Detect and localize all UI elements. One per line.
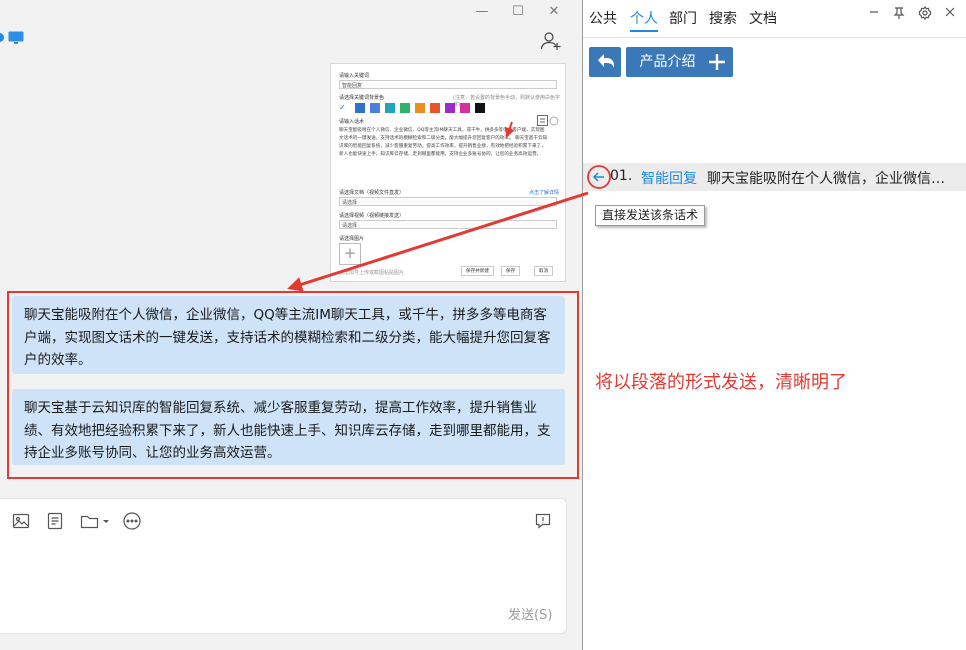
message-bubble[interactable]: 聊天宝能吸附在个人微信，企业微信，QQ等主流IM聊天工具，或千牛，拼多多等电商客… (12, 296, 565, 374)
back-button[interactable] (589, 47, 621, 77)
save-mini-button: 保存 (501, 266, 521, 276)
monitor-icon (8, 30, 24, 49)
add-category-button[interactable] (701, 47, 733, 77)
panel-tools (868, 6, 956, 23)
file-select: 请选择 (339, 197, 557, 206)
tab-personal[interactable]: 个人 (630, 8, 658, 28)
file-label: 请选择文档（视频文件直发） (339, 190, 405, 196)
pin-icon[interactable] (892, 6, 906, 23)
color-swatch (415, 103, 425, 113)
tooltip: 直接发送该条话术 (595, 205, 706, 226)
tabs-divider (583, 37, 966, 38)
check-icon: ✓ (339, 103, 346, 112)
paragraph-icon (537, 115, 559, 126)
image-hint: 点击加号上传或截图粘贴图片 (339, 270, 405, 276)
category-button[interactable]: 产品介绍 (626, 47, 709, 77)
presence-dot (0, 33, 4, 42)
tab-department[interactable]: 部门 (669, 8, 697, 28)
window-controls: — ☐ ✕ (464, 4, 572, 22)
tab-documents[interactable]: 文档 (749, 8, 777, 28)
panel-tabs: 公共 个人 部门 搜索 文档 (583, 0, 966, 36)
cancel-mini-button: 取消 (534, 266, 554, 276)
image-icon[interactable] (11, 511, 31, 531)
more-icon[interactable] (122, 511, 142, 531)
add-member-icon[interactable] (540, 30, 562, 56)
quick-reply-panel: 公共 个人 部门 搜索 文档 产品介绍 01. 智能回复 聊天宝能吸附在个人微信… (583, 0, 966, 650)
script-title: 智能回复 (641, 171, 697, 187)
image-label: 请选择图片 (339, 236, 365, 242)
color-label: 请选择关键词背景色 (339, 95, 385, 101)
color-swatch (445, 103, 455, 113)
undo-arrow-icon (598, 54, 614, 68)
video-label: 请选择视频（视频链接发送） (339, 213, 405, 219)
close-panel-icon[interactable] (944, 6, 956, 23)
message-bubble[interactable]: 聊天宝基于云知识库的智能回复系统、减少客服重复劳动，提高工作效率，提升销售业绩、… (12, 389, 565, 465)
video-select: 请选择 (339, 220, 557, 229)
folder-icon[interactable] (79, 511, 113, 531)
color-swatch (475, 103, 485, 113)
minimize-button[interactable]: — (464, 4, 500, 22)
keyword-field: 智能回复 (339, 80, 557, 89)
plus-icon (709, 54, 725, 70)
script-textarea: 聊天宝能吸附在个人微信、企业微信、QQ等主流IM聊天工具，或千牛，拼多多等电商客… (339, 128, 548, 157)
send-arrow-icon[interactable] (586, 164, 612, 190)
gear-icon[interactable] (918, 6, 932, 23)
script-list-item[interactable]: 01. 智能回复 聊天宝能吸附在个人微信，企业微信，... (583, 163, 966, 191)
annotation-text: 将以段落的形式发送，清晰明了 (595, 372, 847, 393)
color-swatch (355, 103, 365, 113)
upload-plus-icon: + (339, 243, 361, 265)
color-swatch (370, 103, 380, 113)
color-swatch (385, 103, 395, 113)
chat-window: — ☐ ✕ 请输入关键词 智能回复 请选择关键词背景色 (注意：若设置的背景色手… (0, 0, 583, 650)
send-button[interactable]: 发送(S) (508, 604, 552, 623)
script-preview: 聊天宝能吸附在个人微信，企业微信，... (707, 171, 957, 187)
keyword-label: 请输入关键词 (339, 73, 370, 79)
script-label: 请输入话术 (339, 119, 365, 125)
close-button[interactable]: ✕ (536, 4, 572, 22)
active-tab-indicator (630, 30, 658, 32)
tab-public[interactable]: 公共 (589, 8, 617, 28)
maximize-button[interactable]: ☐ (500, 4, 536, 22)
embedded-screenshot[interactable]: 请输入关键词 智能回复 请选择关键词背景色 (注意：若设置的背景色手动，则默认使… (330, 63, 566, 282)
color-swatch (460, 103, 470, 113)
script-index: 01. (610, 168, 633, 184)
document-icon[interactable] (45, 511, 65, 531)
color-swatch (430, 103, 440, 113)
minimize-panel-icon[interactable] (868, 6, 880, 23)
file-link: 点击了解详情 (529, 190, 560, 196)
color-swatch (400, 103, 410, 113)
save-new-mini-button: 保存并新建 (461, 266, 494, 276)
quick-reply-icon[interactable] (533, 511, 553, 531)
tab-search[interactable]: 搜索 (709, 8, 737, 28)
